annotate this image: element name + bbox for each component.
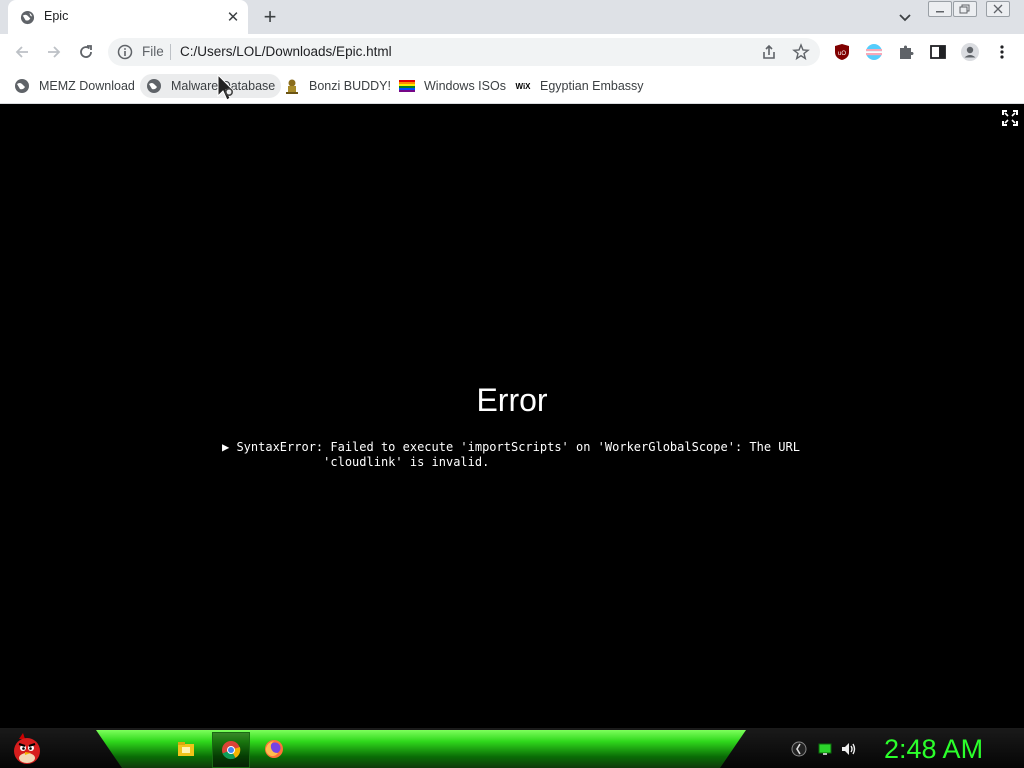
fullscreen-icon[interactable] (1002, 110, 1018, 126)
url-text[interactable]: C:/Users/LOL/Downloads/Epic.html (180, 44, 392, 59)
globe-icon (20, 10, 35, 25)
bookmark-windows-isos[interactable]: Windows ISOs (393, 74, 512, 98)
star-icon[interactable] (792, 43, 810, 61)
side-panel-icon[interactable] (928, 42, 948, 62)
browser-toolbar: File C:/Users/LOL/Downloads/Epic.html uO (0, 34, 1024, 70)
taskbar-firefox[interactable] (256, 732, 292, 766)
bookmark-label: Malware Database (171, 79, 276, 93)
angry-bird-icon (14, 733, 40, 764)
bookmark-label: Windows ISOs (424, 79, 506, 93)
back-button[interactable] (12, 42, 32, 62)
rainbow-flag-icon (399, 80, 415, 92)
page-content: Error ▶ SyntaxError: Failed to execute '… (0, 104, 1024, 728)
back-arrow-icon (15, 46, 28, 58)
minimize-icon (936, 11, 944, 13)
maximize-button[interactable] (953, 1, 977, 17)
error-message[interactable]: ▶ SyntaxError: Failed to execute 'import… (222, 440, 802, 470)
start-button[interactable] (8, 730, 46, 768)
profile-icon[interactable] (960, 42, 980, 62)
taskbar-chrome[interactable] (212, 732, 250, 768)
kebab-menu-icon[interactable] (992, 42, 1012, 62)
minimize-button[interactable] (928, 1, 952, 17)
wix-icon: WiX (515, 82, 531, 91)
forward-button[interactable] (44, 42, 64, 62)
bookmark-malware-database[interactable]: Malware Database (140, 74, 282, 98)
globe-icon (147, 79, 161, 93)
chevron-down-icon[interactable] (896, 8, 914, 26)
error-title: Error (476, 382, 548, 418)
svg-text:uO: uO (838, 51, 846, 57)
flag-extension-icon[interactable] (864, 42, 884, 62)
firefox-icon (265, 740, 283, 758)
tab-epic[interactable]: Epic ✕ (8, 0, 248, 34)
info-icon[interactable] (117, 44, 133, 60)
taskbar-clock[interactable]: 2:48 AM (884, 732, 1020, 766)
reload-button[interactable] (76, 42, 96, 62)
reload-icon (80, 45, 92, 58)
tray-app-icon[interactable] (790, 740, 808, 758)
bookmark-memz-download[interactable]: MEMZ Download (8, 74, 141, 98)
restore-icon (959, 4, 970, 14)
network-icon[interactable] (816, 740, 834, 758)
close-icon (993, 4, 1003, 14)
bookmark-label: Bonzi BUDDY! (309, 79, 391, 93)
taskbar-file-explorer[interactable] (168, 732, 204, 766)
bookmark-bonzi-buddy[interactable]: Bonzi BUDDY! (278, 74, 397, 98)
new-tab-button[interactable]: + (258, 5, 282, 29)
puzzle-icon[interactable] (896, 42, 916, 62)
volume-icon[interactable] (840, 740, 858, 758)
tab-title: Epic (44, 9, 69, 23)
address-bar[interactable]: File C:/Users/LOL/Downloads/Epic.html (108, 38, 820, 66)
share-icon[interactable] (760, 43, 778, 61)
bookmark-egyptian-embassy[interactable]: WiX Egyptian Embassy (509, 74, 650, 98)
tab-strip: Epic ✕ + (0, 0, 1024, 34)
forward-arrow-icon (48, 46, 61, 58)
bookmarks-bar: MEMZ Download Malware Database Bonzi BUD… (0, 70, 1024, 104)
file-explorer-icon (178, 742, 194, 756)
omnibox-divider (170, 44, 171, 60)
svg-text:WiX: WiX (515, 82, 531, 91)
chrome-icon (222, 741, 241, 760)
bonzi-icon (286, 79, 298, 94)
tab-close-icon[interactable]: ✕ (225, 9, 241, 26)
bookmark-label: MEMZ Download (39, 79, 135, 93)
close-window-button[interactable] (986, 1, 1010, 17)
bookmark-label: Egyptian Embassy (540, 79, 644, 93)
scheme-label: File (142, 44, 164, 59)
globe-icon (15, 79, 29, 93)
ublock-icon[interactable]: uO (832, 42, 852, 62)
